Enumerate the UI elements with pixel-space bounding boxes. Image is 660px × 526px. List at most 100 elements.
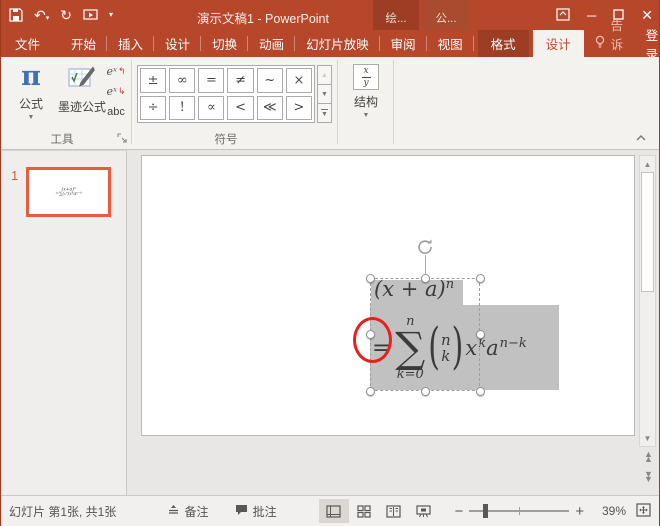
symbol-button[interactable]: ± xyxy=(140,68,166,93)
tell-me-box[interactable]: 告诉我... xyxy=(594,30,634,57)
normal-view-button[interactable] xyxy=(319,499,349,523)
symbols-scrollbar: ▲ ▼ ▼ xyxy=(317,65,332,123)
symbol-button[interactable]: = xyxy=(198,68,224,93)
ink-equation-icon xyxy=(68,62,96,95)
redo-icon[interactable]: ↻ xyxy=(60,8,72,22)
tab-home[interactable]: 开始 xyxy=(60,30,107,57)
symbol-button[interactable]: ∞ xyxy=(169,68,195,93)
close-button[interactable]: ✕ xyxy=(641,8,653,22)
vertical-scrollbar: ▲ ▼ ▲▲ ▼▼ xyxy=(639,155,656,491)
resize-handle-top-left[interactable] xyxy=(366,274,375,283)
slide-count-status: 幻灯片 第1张, 共1张 xyxy=(9,503,167,520)
linear-icon: eˣ xyxy=(107,85,117,98)
powerpoint-window: ↶▾ ↻ ▾ 演示文稿1 - PowerPoint 绘... 公... ─ ✕ … xyxy=(0,0,660,526)
tab-insert[interactable]: 插入 xyxy=(107,30,154,57)
status-bar: 幻灯片 第1张, 共1张 备注 批注 xyxy=(1,495,659,526)
minimize-button[interactable]: ─ xyxy=(587,9,596,22)
chevron-down-icon: ▼ xyxy=(28,114,35,121)
window-controls: ─ ✕ xyxy=(556,0,653,30)
slide-editing-area: (x + a)n = n ∑ k=0 ( nk ) xkan−k xyxy=(128,150,659,495)
structures-label: 结构 xyxy=(354,93,378,110)
ribbon-display-options-icon[interactable] xyxy=(556,8,570,23)
previous-slide-button[interactable]: ▲▲ xyxy=(639,447,656,467)
resize-handle-top-center[interactable] xyxy=(421,274,430,283)
pi-icon: π xyxy=(21,62,41,92)
next-slide-button[interactable]: ▼▼ xyxy=(639,467,656,487)
professional-format-button[interactable]: eˣ↰ xyxy=(103,63,129,80)
undo-icon[interactable]: ↶▾ xyxy=(34,8,49,22)
symbol-button[interactable]: ∝ xyxy=(198,96,224,121)
fit-to-window-button[interactable] xyxy=(636,503,651,520)
notes-icon xyxy=(167,504,180,518)
resize-handle-bottom-center[interactable] xyxy=(421,387,430,396)
thumbnail-equation: (x+a)ⁿ =∑(ₖⁿ)xᵏaⁿ⁻ᵏ xyxy=(55,187,82,196)
symbol-button[interactable]: > xyxy=(286,96,312,121)
symbol-button[interactable]: ≠ xyxy=(227,68,253,93)
slide-thumbnail[interactable]: (x+a)ⁿ =∑(ₖⁿ)xᵏaⁿ⁻ᵏ xyxy=(26,167,111,217)
tab-equation-design-active[interactable]: 设计 xyxy=(533,30,584,57)
resize-handle-bottom-right[interactable] xyxy=(476,387,485,396)
scroll-up-icon[interactable]: ▲ xyxy=(640,156,655,172)
zoom-center-tick xyxy=(519,507,520,515)
slideshow-view-button[interactable] xyxy=(409,499,439,523)
arrow-up-left-icon: ↰ xyxy=(118,66,126,77)
comments-button[interactable]: 批注 xyxy=(235,503,277,520)
tab-slideshow[interactable]: 幻灯片放映 xyxy=(295,30,380,57)
notes-button[interactable]: 备注 xyxy=(167,503,209,520)
save-icon[interactable] xyxy=(9,8,23,22)
tab-review[interactable]: 审阅 xyxy=(380,30,427,57)
tab-design[interactable]: 设计 xyxy=(154,30,201,57)
scroll-up-icon[interactable]: ▲ xyxy=(317,65,332,85)
lightbulb-icon xyxy=(594,35,606,52)
structures-dropdown-button[interactable]: xy 结构 ▼ xyxy=(343,62,389,138)
symbol-button[interactable]: < xyxy=(227,96,253,121)
zoom-percentage[interactable]: 39% xyxy=(590,504,626,518)
red-annotation-circle xyxy=(353,317,392,363)
ink-equation-label: 墨迹公式 xyxy=(58,98,106,115)
contextual-header-drawing-tools[interactable]: 绘... xyxy=(373,0,419,30)
dialog-launcher-icon[interactable] xyxy=(117,133,127,143)
normal-text-button[interactable]: abc xyxy=(103,103,129,120)
start-slideshow-icon[interactable] xyxy=(83,9,98,22)
workspace: 1 (x+a)ⁿ =∑(ₖⁿ)xᵏaⁿ⁻ᵏ (x + a)n = n ∑ xyxy=(1,150,659,495)
tab-file[interactable]: 文件 xyxy=(1,30,54,57)
zoom-control: − + xyxy=(449,503,591,520)
zoom-slider-thumb[interactable] xyxy=(483,504,488,518)
symbol-button[interactable]: ÷ xyxy=(140,96,166,121)
symbols-group-label: 符号 xyxy=(137,131,315,147)
resize-handle-middle-right[interactable] xyxy=(476,330,485,339)
symbol-button[interactable]: ! xyxy=(169,96,195,121)
zoom-slider[interactable] xyxy=(469,510,569,512)
symbol-button[interactable]: ≪ xyxy=(257,96,283,121)
sign-in-button[interactable]: 登录 xyxy=(634,30,660,57)
linear-format-button[interactable]: eˣ↳ xyxy=(103,83,129,100)
symbol-button[interactable]: × xyxy=(286,68,312,93)
fraction-icon: xy xyxy=(353,64,379,90)
symbol-button[interactable]: ~ xyxy=(257,68,283,93)
slide-sorter-view-button[interactable] xyxy=(349,499,379,523)
collapse-ribbon-icon[interactable] xyxy=(635,131,647,145)
abc-label: abc xyxy=(107,106,125,118)
tab-animations[interactable]: 动画 xyxy=(248,30,295,57)
scroll-down-icon[interactable]: ▼ xyxy=(317,84,332,104)
chevron-down-icon: ▼ xyxy=(363,112,370,119)
tab-view[interactable]: 视图 xyxy=(427,30,474,57)
customize-qat-icon[interactable]: ▾ xyxy=(109,11,113,19)
rotation-handle-icon[interactable] xyxy=(416,238,434,259)
arrow-down-icon: ↳ xyxy=(118,86,126,97)
tab-transitions[interactable]: 切换 xyxy=(201,30,248,57)
symbols-more-icon[interactable]: ▼ xyxy=(317,103,332,123)
contextual-header-equation-tools[interactable]: 公... xyxy=(423,0,469,30)
slide-canvas[interactable]: (x + a)n = n ∑ k=0 ( nk ) xkan−k xyxy=(141,155,635,436)
scrollbar-thumb[interactable] xyxy=(641,172,654,292)
tab-format-contextual[interactable]: 格式 xyxy=(478,30,529,57)
resize-handle-bottom-left[interactable] xyxy=(366,387,375,396)
equation-dropdown-button[interactable]: π 公式 ▼ xyxy=(9,62,53,138)
zoom-in-button[interactable]: + xyxy=(569,503,590,520)
scroll-down-icon[interactable]: ▼ xyxy=(640,430,655,446)
resize-handle-top-right[interactable] xyxy=(476,274,485,283)
reading-view-button[interactable] xyxy=(379,499,409,523)
ribbon-equation-design: π 公式 ▼ 墨迹公式 eˣ↰ eˣ↳ abc xyxy=(1,57,659,150)
tools-group-label: 工具 xyxy=(9,131,115,147)
zoom-out-button[interactable]: − xyxy=(449,503,470,520)
